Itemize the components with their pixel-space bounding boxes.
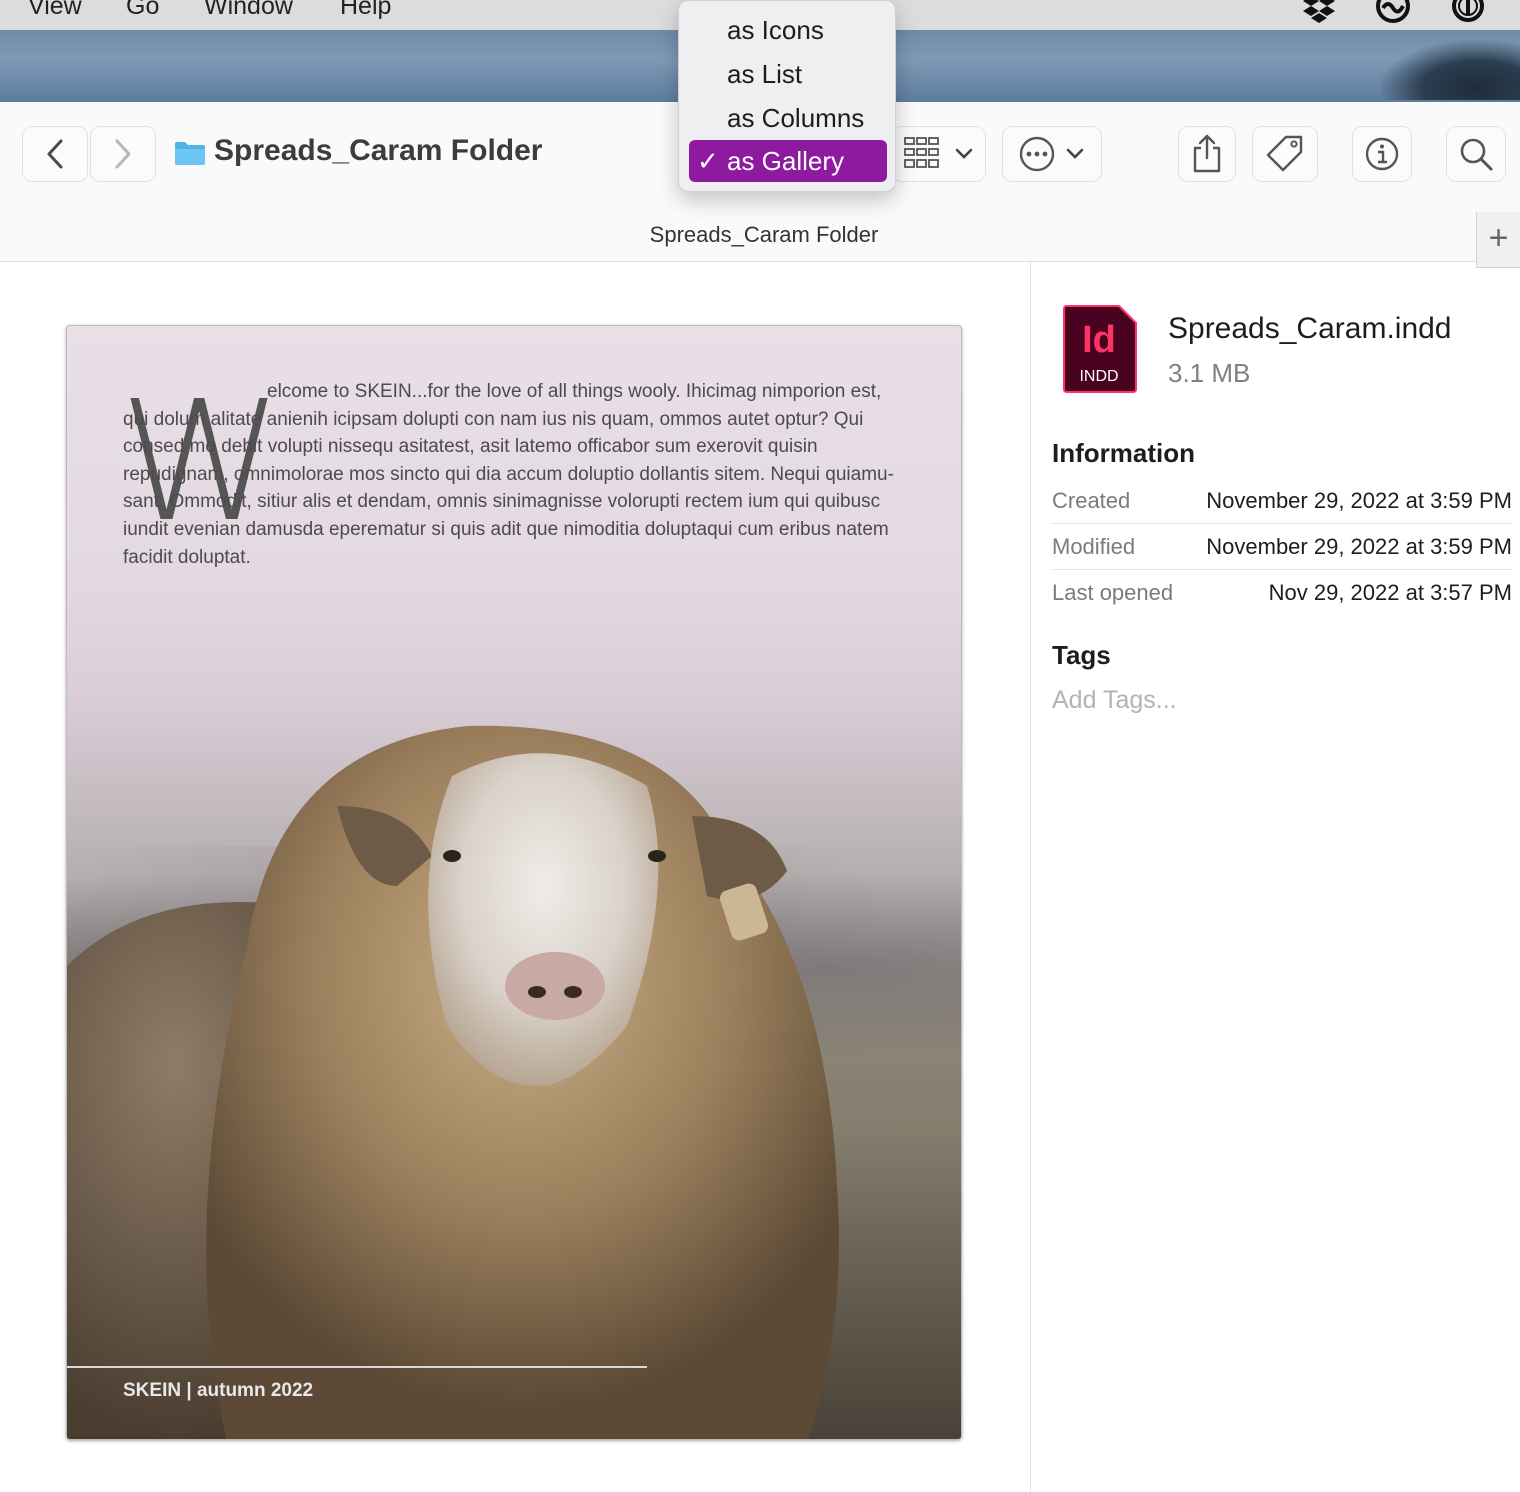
gallery-preview[interactable]: W elcome to SKEIN...for the love of all … bbox=[66, 325, 962, 1440]
share-icon bbox=[1193, 134, 1221, 173]
info-label: Last opened bbox=[1052, 580, 1174, 605]
forward-button[interactable] bbox=[90, 126, 156, 182]
desktop-rock bbox=[1380, 40, 1520, 100]
info-icon bbox=[1365, 137, 1399, 171]
file-badge: Id bbox=[1082, 319, 1116, 361]
chevron-down-icon bbox=[955, 148, 973, 159]
menu-view[interactable]: View bbox=[28, 0, 82, 21]
file-name: Spreads_Caram.indd bbox=[1168, 312, 1452, 345]
info-value: November 29, 2022 at 3:59 PM bbox=[1206, 488, 1512, 513]
info-row-modified: Modified November 29, 2022 at 3:59 PM bbox=[1052, 524, 1512, 570]
checkmark-icon: ✓ bbox=[697, 146, 719, 176]
chevron-left-icon bbox=[47, 139, 63, 169]
search-button[interactable] bbox=[1446, 126, 1506, 182]
tab-bar: Spreads_Caram Folder + bbox=[0, 210, 1520, 268]
menu-item-label: as List bbox=[727, 59, 803, 89]
chevron-right-icon bbox=[115, 139, 131, 169]
info-value: November 29, 2022 at 3:59 PM bbox=[1206, 534, 1512, 559]
ellipsis-circle-icon bbox=[1019, 136, 1055, 172]
info-value: Nov 29, 2022 at 3:57 PM bbox=[1268, 580, 1512, 605]
search-icon bbox=[1460, 138, 1493, 171]
new-tab-button[interactable]: + bbox=[1476, 212, 1520, 268]
footer-rule bbox=[67, 1366, 647, 1368]
view-mode-menu: as Icons as List as Columns ✓ as Gallery bbox=[678, 0, 896, 192]
article-text: elcome to SKEIN...for the love of all th… bbox=[123, 381, 894, 568]
information-heading: Information bbox=[1052, 438, 1195, 468]
file-size: 3.1 MB bbox=[1168, 358, 1251, 388]
action-menu-button[interactable] bbox=[1002, 126, 1102, 182]
footer-text: SKEIN | autumn 2022 bbox=[123, 1380, 314, 1401]
info-label: Created bbox=[1052, 488, 1131, 513]
menu-go[interactable]: Go bbox=[126, 0, 159, 21]
window-title: Spreads_Caram Folder bbox=[214, 134, 543, 167]
menu-item-label: as Icons bbox=[727, 15, 824, 45]
tag-icon bbox=[1266, 135, 1303, 172]
pane-divider[interactable] bbox=[1030, 262, 1031, 1492]
gallery-grid-icon bbox=[904, 137, 939, 168]
menu-item-as-gallery[interactable]: ✓ as Gallery bbox=[689, 140, 887, 182]
onepassword-icon[interactable] bbox=[1452, 0, 1486, 26]
menu-help[interactable]: Help bbox=[340, 0, 391, 21]
folder-icon bbox=[175, 142, 205, 165]
creative-cloud-icon[interactable] bbox=[1374, 0, 1410, 26]
menu-item-as-icons[interactable]: as Icons bbox=[689, 9, 887, 51]
info-row-last-opened: Last opened Nov 29, 2022 at 3:57 PM bbox=[1052, 570, 1512, 616]
tag-button[interactable] bbox=[1252, 126, 1318, 182]
info-button[interactable] bbox=[1352, 126, 1412, 182]
menu-item-as-list[interactable]: as List bbox=[689, 53, 887, 95]
info-row-created: Created November 29, 2022 at 3:59 PM bbox=[1052, 478, 1512, 524]
back-button[interactable] bbox=[22, 126, 88, 182]
tags-heading: Tags bbox=[1052, 640, 1111, 670]
menu-item-label: as Columns bbox=[727, 103, 865, 133]
tab-title[interactable]: Spreads_Caram Folder bbox=[0, 222, 1520, 248]
share-button[interactable] bbox=[1178, 126, 1236, 182]
chevron-down-icon bbox=[1066, 148, 1084, 159]
info-label: Modified bbox=[1052, 534, 1136, 559]
menu-window[interactable]: Window bbox=[204, 0, 293, 21]
view-mode-button[interactable] bbox=[892, 126, 986, 182]
add-tags-field[interactable]: Add Tags... bbox=[1052, 686, 1177, 715]
menu-item-label: as Gallery bbox=[727, 146, 845, 176]
indesign-file-icon: Id INDD bbox=[1063, 305, 1137, 393]
dropbox-icon[interactable] bbox=[1302, 0, 1336, 26]
menu-item-as-columns[interactable]: as Columns bbox=[689, 97, 887, 139]
file-type-label: INDD bbox=[1079, 368, 1118, 385]
